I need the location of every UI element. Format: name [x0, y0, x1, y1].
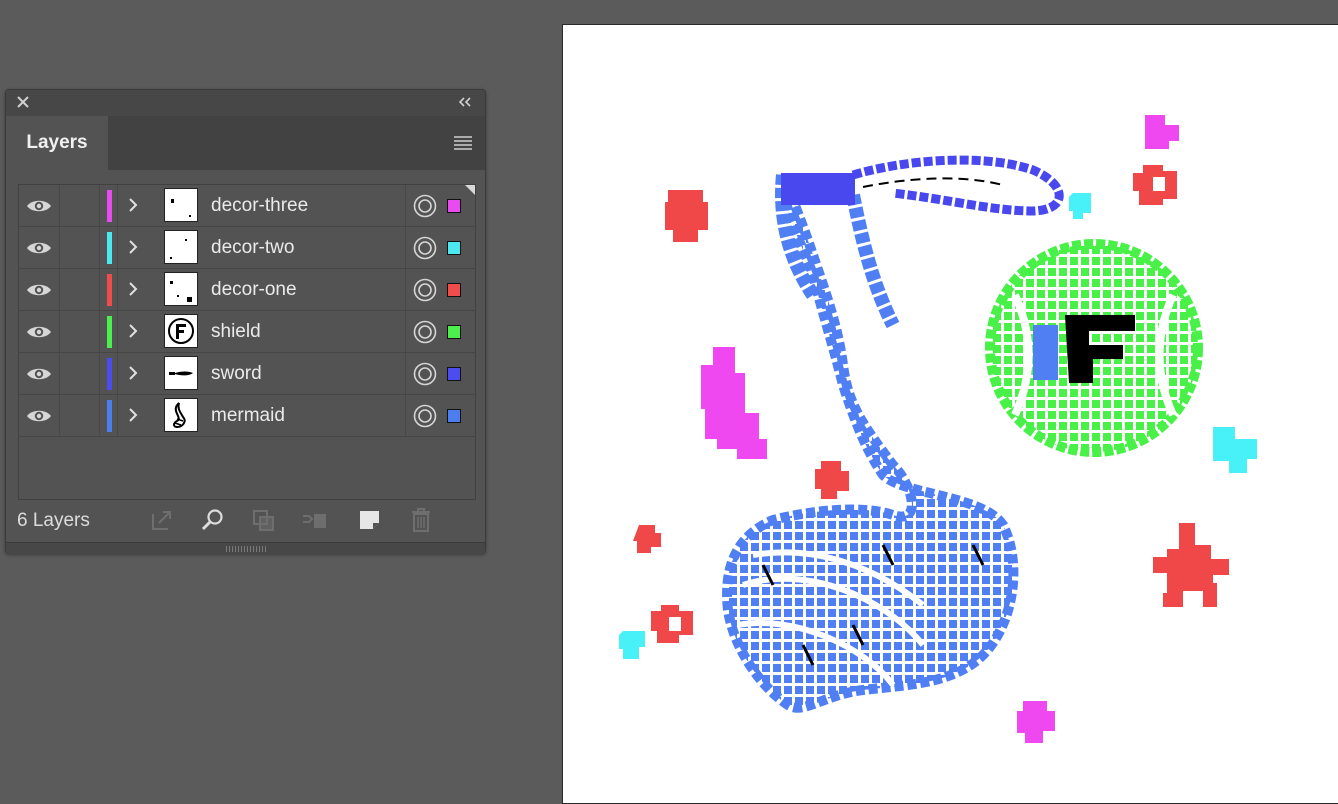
eye-icon[interactable]: [26, 366, 52, 382]
chevron-right-icon[interactable]: [126, 407, 140, 423]
column-divider: [59, 185, 60, 226]
clipping-mask-icon[interactable]: [250, 506, 278, 534]
selection-color-swatch[interactable]: [447, 409, 461, 423]
layer-thumbnail: [164, 188, 198, 222]
column-divider: [405, 353, 406, 394]
column-divider: [405, 311, 406, 352]
panel-titlebar[interactable]: [6, 90, 485, 116]
layer-row-decor-three[interactable]: decor-three: [19, 185, 475, 227]
trash-icon[interactable]: [407, 506, 435, 534]
layer-row-decor-two[interactable]: decor-two: [19, 227, 475, 269]
column-divider: [59, 311, 60, 352]
layer-thumbnail: [164, 356, 198, 390]
target-circle-icon[interactable]: [413, 362, 437, 386]
column-divider: [117, 227, 118, 268]
tab-layers[interactable]: Layers: [6, 116, 108, 170]
target-circle-icon[interactable]: [413, 194, 437, 218]
layer-color-bar: [107, 358, 112, 390]
layer-color-bar: [107, 274, 112, 306]
column-divider: [405, 227, 406, 268]
double-chevron-left-icon[interactable]: [457, 95, 473, 109]
panel-resize-bar[interactable]: [6, 542, 485, 555]
shield-artwork: [985, 239, 1203, 457]
chevron-right-icon[interactable]: [126, 281, 140, 297]
column-divider: [117, 395, 118, 436]
export-icon[interactable]: [148, 506, 176, 534]
column-divider: [117, 311, 118, 352]
current-layer-indicator: [465, 185, 475, 195]
selection-color-swatch[interactable]: [447, 283, 461, 297]
column-divider: [59, 269, 60, 310]
selection-color-swatch[interactable]: [447, 241, 461, 255]
layer-row-shield[interactable]: shield: [19, 311, 475, 353]
column-divider: [59, 353, 60, 394]
layer-count: 6 Layers: [17, 510, 90, 531]
column-divider: [59, 227, 60, 268]
eye-icon[interactable]: [26, 324, 52, 340]
panel-footer: 6 Layers: [6, 500, 485, 540]
selection-color-swatch[interactable]: [447, 367, 461, 381]
column-divider: [99, 185, 100, 226]
target-circle-icon[interactable]: [413, 278, 437, 302]
layers-panel: Layers decor-three decor-two decor-one shie…: [5, 89, 486, 555]
column-divider: [99, 269, 100, 310]
layer-thumbnail: [164, 272, 198, 306]
layers-list: decor-three decor-two decor-one shield sword…: [18, 184, 476, 500]
mermaid-artwork: [722, 173, 1019, 713]
column-divider: [59, 395, 60, 436]
layer-thumbnail: [164, 398, 198, 432]
layer-row-decor-one[interactable]: decor-one: [19, 269, 475, 311]
column-divider: [99, 227, 100, 268]
layer-thumbnail: [164, 230, 198, 264]
eye-icon[interactable]: [26, 408, 52, 424]
resize-grip[interactable]: [226, 546, 266, 552]
layer-color-bar: [107, 190, 112, 222]
artwork: [619, 115, 1257, 743]
column-divider: [117, 185, 118, 226]
chevron-right-icon[interactable]: [126, 365, 140, 381]
layer-name[interactable]: decor-two: [211, 227, 294, 269]
target-circle-icon[interactable]: [413, 236, 437, 260]
artboard[interactable]: [562, 24, 1338, 804]
layer-color-bar: [107, 232, 112, 264]
column-divider: [117, 269, 118, 310]
layer-thumbnail: [164, 314, 198, 348]
new-layer-icon[interactable]: [356, 506, 384, 534]
layer-name[interactable]: decor-three: [211, 185, 308, 227]
chevron-right-icon[interactable]: [126, 239, 140, 255]
column-divider: [99, 353, 100, 394]
layer-name[interactable]: shield: [211, 311, 261, 353]
column-divider: [99, 395, 100, 436]
target-circle-icon[interactable]: [413, 320, 437, 344]
hamburger-menu-icon[interactable]: [453, 134, 473, 150]
eye-icon[interactable]: [26, 282, 52, 298]
column-divider: [405, 395, 406, 436]
column-divider: [117, 353, 118, 394]
layer-name[interactable]: sword: [211, 353, 262, 395]
selection-color-swatch[interactable]: [447, 199, 461, 213]
layer-name[interactable]: decor-one: [211, 269, 297, 311]
chevron-right-icon[interactable]: [126, 197, 140, 213]
eye-icon[interactable]: [26, 198, 52, 214]
selection-color-swatch[interactable]: [447, 325, 461, 339]
close-icon[interactable]: [15, 94, 31, 110]
search-icon[interactable]: [199, 506, 227, 534]
column-divider: [405, 269, 406, 310]
sword-artwork: [781, 155, 1064, 216]
new-sublayer-icon[interactable]: [301, 506, 329, 534]
chevron-right-icon[interactable]: [126, 323, 140, 339]
layer-name[interactable]: mermaid: [211, 395, 285, 437]
layer-color-bar: [107, 316, 112, 348]
column-divider: [99, 311, 100, 352]
eye-icon[interactable]: [26, 240, 52, 256]
column-divider: [405, 185, 406, 226]
layer-color-bar: [107, 400, 112, 432]
layer-row-sword[interactable]: sword: [19, 353, 475, 395]
target-circle-icon[interactable]: [413, 404, 437, 428]
panel-tabstrip: Layers: [6, 116, 485, 170]
layer-row-mermaid[interactable]: mermaid: [19, 395, 475, 437]
